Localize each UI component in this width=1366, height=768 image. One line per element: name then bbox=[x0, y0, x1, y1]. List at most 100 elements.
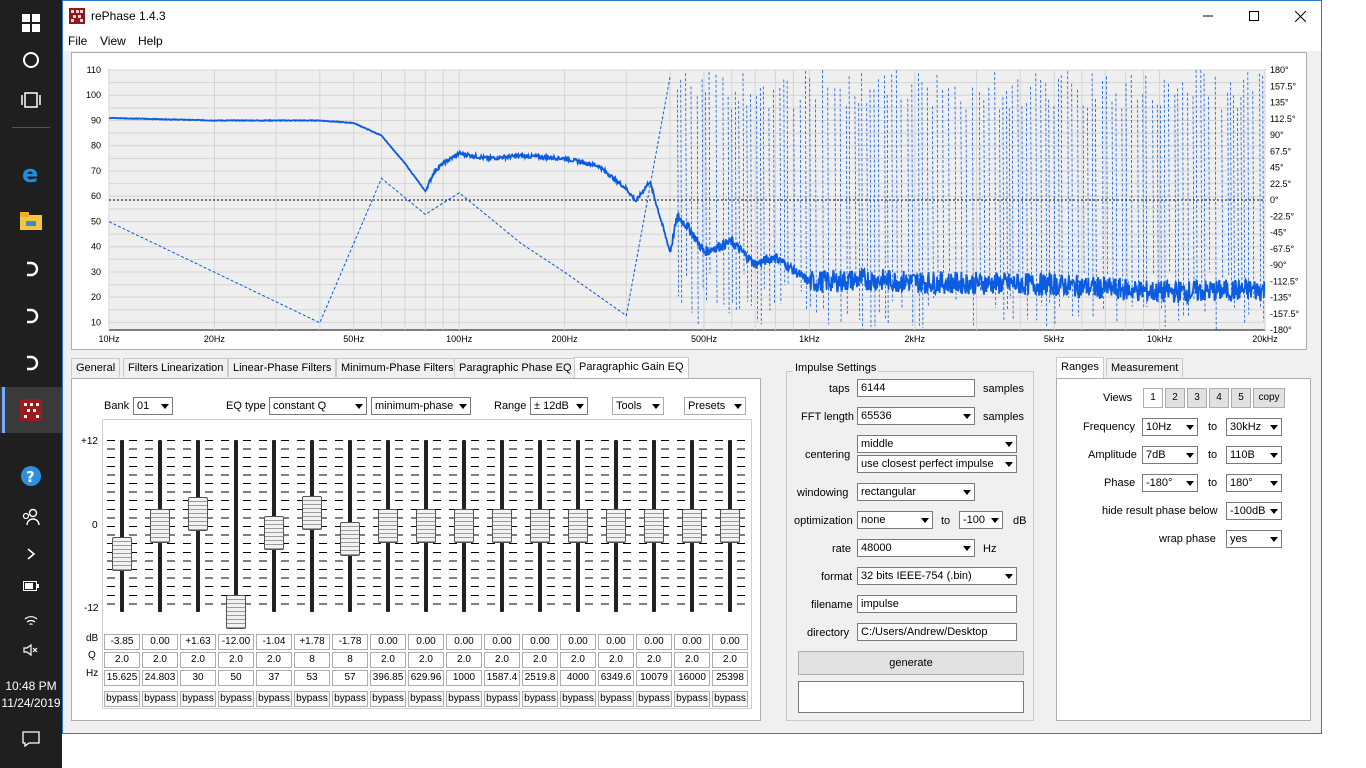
centering-select[interactable]: middle bbox=[857, 435, 1017, 453]
q-field[interactable]: 2.0 bbox=[598, 652, 634, 668]
q-field[interactable]: 8 bbox=[332, 652, 368, 668]
q-field[interactable]: 2.0 bbox=[712, 652, 748, 668]
hz-field[interactable]: 16000 bbox=[674, 670, 710, 686]
generate-button[interactable]: generate bbox=[798, 651, 1024, 675]
db-field[interactable]: 0.00 bbox=[522, 634, 558, 650]
gain-slider-knob[interactable] bbox=[188, 497, 208, 532]
bypass-button[interactable]: bypass bbox=[218, 691, 254, 707]
help-icon[interactable]: ? bbox=[0, 453, 62, 499]
view-5-button[interactable]: 5 bbox=[1231, 388, 1251, 408]
hz-field[interactable]: 10079 bbox=[636, 670, 672, 686]
tab-filters-linearization[interactable]: Filters Linearization bbox=[123, 358, 229, 377]
wrap-phase-select[interactable]: yes bbox=[1226, 530, 1282, 548]
menu-view[interactable]: View bbox=[100, 34, 126, 48]
amp-from-select[interactable]: 7dB bbox=[1142, 446, 1198, 464]
tab-paragraphic-gain-eq[interactable]: Paragraphic Gain EQ bbox=[574, 357, 689, 378]
freq-to-select[interactable]: 30kHz bbox=[1226, 418, 1282, 436]
tab-paragraphic-phase-eq[interactable]: Paragraphic Phase EQ bbox=[454, 358, 577, 377]
gain-slider-knob[interactable] bbox=[568, 509, 588, 543]
q-field[interactable]: 2.0 bbox=[104, 652, 140, 668]
hz-field[interactable]: 57 bbox=[332, 670, 368, 686]
gain-slider-knob[interactable] bbox=[644, 509, 664, 543]
directory-input[interactable]: C:/Users/Andrew/Desktop bbox=[857, 623, 1017, 641]
bypass-button[interactable]: bypass bbox=[522, 691, 558, 707]
bypass-button[interactable]: bypass bbox=[180, 691, 216, 707]
db-field[interactable]: 0.00 bbox=[484, 634, 520, 650]
db-field[interactable]: -1.04 bbox=[256, 634, 292, 650]
db-field[interactable]: 0.00 bbox=[370, 634, 406, 650]
gain-slider-knob[interactable] bbox=[492, 509, 512, 543]
gain-slider-knob[interactable] bbox=[302, 496, 322, 531]
rephase-taskbar-icon[interactable] bbox=[0, 387, 62, 433]
bypass-button[interactable]: bypass bbox=[256, 691, 292, 707]
bypass-button[interactable]: bypass bbox=[674, 691, 710, 707]
hz-field[interactable]: 30 bbox=[180, 670, 216, 686]
gain-slider-knob[interactable] bbox=[606, 509, 626, 543]
hz-field[interactable]: 15.625 bbox=[104, 670, 140, 686]
close-button[interactable] bbox=[1277, 1, 1323, 31]
phase-type-select[interactable]: minimum-phase bbox=[371, 397, 471, 415]
optimization-select[interactable]: none bbox=[857, 511, 933, 529]
gain-slider-knob[interactable] bbox=[340, 521, 360, 556]
taskbar-clock[interactable]: 10:48 PM 11/24/2019 bbox=[0, 678, 62, 712]
gain-slider-knob[interactable] bbox=[454, 509, 474, 543]
gain-slider-knob[interactable] bbox=[682, 509, 702, 543]
db-field[interactable]: 0.00 bbox=[636, 634, 672, 650]
bypass-button[interactable]: bypass bbox=[294, 691, 330, 707]
hz-field[interactable]: 24.803 bbox=[142, 670, 178, 686]
db-field[interactable]: 0.00 bbox=[674, 634, 710, 650]
q-field[interactable]: 2.0 bbox=[522, 652, 558, 668]
q-field[interactable]: 2.0 bbox=[446, 652, 482, 668]
gain-slider-knob[interactable] bbox=[416, 509, 436, 543]
gain-slider-knob[interactable] bbox=[378, 509, 398, 543]
slider-track[interactable] bbox=[120, 440, 124, 612]
copy-view-button[interactable]: copy bbox=[1253, 388, 1285, 408]
freq-from-select[interactable]: 10Hz bbox=[1142, 418, 1198, 436]
maximize-button[interactable] bbox=[1231, 1, 1277, 31]
db-field[interactable]: 0.00 bbox=[446, 634, 482, 650]
db-field[interactable]: 0.00 bbox=[142, 634, 178, 650]
db-field[interactable]: +1.78 bbox=[294, 634, 330, 650]
bypass-button[interactable]: bypass bbox=[142, 691, 178, 707]
q-field[interactable]: 2.0 bbox=[674, 652, 710, 668]
view-1-button[interactable]: 1 bbox=[1143, 388, 1163, 408]
menu-file[interactable]: File bbox=[68, 34, 87, 48]
bypass-button[interactable]: bypass bbox=[104, 691, 140, 707]
task-view-icon[interactable] bbox=[0, 77, 62, 123]
bank-select[interactable]: 01 bbox=[133, 397, 173, 415]
hz-field[interactable]: 6349.6 bbox=[598, 670, 634, 686]
bypass-button[interactable]: bypass bbox=[446, 691, 482, 707]
hz-field[interactable]: 1587.4 bbox=[484, 670, 520, 686]
db-field[interactable]: 0.00 bbox=[712, 634, 748, 650]
db-field[interactable]: 0.00 bbox=[408, 634, 444, 650]
db-field[interactable]: -3.85 bbox=[104, 634, 140, 650]
db-field[interactable]: +1.63 bbox=[180, 634, 216, 650]
tab-measurement[interactable]: Measurement bbox=[1106, 358, 1184, 377]
q-field[interactable]: 2.0 bbox=[636, 652, 672, 668]
gain-slider-knob[interactable] bbox=[264, 516, 284, 551]
view-2-button[interactable]: 2 bbox=[1165, 388, 1185, 408]
title-bar[interactable]: rePhase 1.4.3 bbox=[63, 1, 1321, 31]
hz-field[interactable]: 53 bbox=[294, 670, 330, 686]
gain-slider-knob[interactable] bbox=[112, 536, 132, 571]
q-field[interactable]: 2.0 bbox=[180, 652, 216, 668]
volume-muted-icon[interactable] bbox=[0, 627, 62, 673]
hz-field[interactable]: 50 bbox=[218, 670, 254, 686]
q-field[interactable]: 2.0 bbox=[142, 652, 178, 668]
response-graph[interactable]: 10Hz 20Hz 50Hz 100Hz 200Hz 500Hz 1kHz 2kHz 5kHz 1… bbox=[71, 52, 1307, 350]
hz-field[interactable]: 629.96 bbox=[408, 670, 444, 686]
db-field[interactable]: -12.00 bbox=[218, 634, 254, 650]
hz-field[interactable]: 396.85 bbox=[370, 670, 406, 686]
view-3-button[interactable]: 3 bbox=[1187, 388, 1207, 408]
q-field[interactable]: 2.0 bbox=[560, 652, 596, 668]
q-field[interactable]: 2.0 bbox=[218, 652, 254, 668]
bypass-button[interactable]: bypass bbox=[598, 691, 634, 707]
hz-field[interactable]: 4000 bbox=[560, 670, 596, 686]
hz-field[interactable]: 37 bbox=[256, 670, 292, 686]
tab-general[interactable]: General bbox=[71, 358, 121, 377]
format-select[interactable]: 32 bits IEEE-754 (.bin) bbox=[857, 567, 1017, 585]
app-d-icon-3[interactable] bbox=[0, 340, 62, 386]
phase-from-select[interactable]: -180° bbox=[1142, 474, 1198, 492]
tools-menu[interactable]: Tools bbox=[612, 397, 664, 415]
rate-select[interactable]: 48000 bbox=[857, 539, 975, 557]
